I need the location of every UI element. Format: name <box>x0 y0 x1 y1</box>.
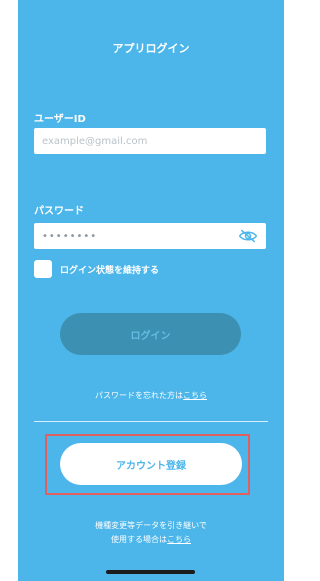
login-button[interactable]: ログイン <box>60 313 241 355</box>
userid-label: ユーザーID <box>34 114 86 125</box>
userid-input[interactable]: example@gmail.com <box>34 128 266 154</box>
forgot-password: パスワードを忘れた方はこちら <box>18 390 284 401</box>
migration-line2: 使用する場合は <box>111 535 167 544</box>
home-indicator <box>106 570 195 574</box>
password-label: パスワード <box>34 206 84 217</box>
remember-me-label: ログイン状態を維持する <box>60 265 160 276</box>
userid-placeholder: example@gmail.com <box>42 135 148 147</box>
forgot-password-link[interactable]: こちら <box>183 391 207 400</box>
eye-off-icon[interactable] <box>238 229 258 243</box>
remember-me-row[interactable]: ログイン状態を維持する <box>34 260 159 278</box>
highlight-box <box>45 434 250 495</box>
divider <box>34 421 268 422</box>
password-input[interactable]: •••••••• <box>34 223 266 249</box>
password-value: •••••••• <box>42 230 98 242</box>
remember-me-checkbox[interactable] <box>34 260 52 278</box>
migration-line1: 機種変更等データを引き継いで <box>95 521 207 530</box>
forgot-password-text: パスワードを忘れた方は <box>95 391 183 400</box>
page-title: アプリログイン <box>112 42 190 55</box>
migration-link[interactable]: こちら <box>167 535 191 544</box>
data-migration-note: 機種変更等データを引き継いで 使用する場合はこちら <box>18 519 284 547</box>
